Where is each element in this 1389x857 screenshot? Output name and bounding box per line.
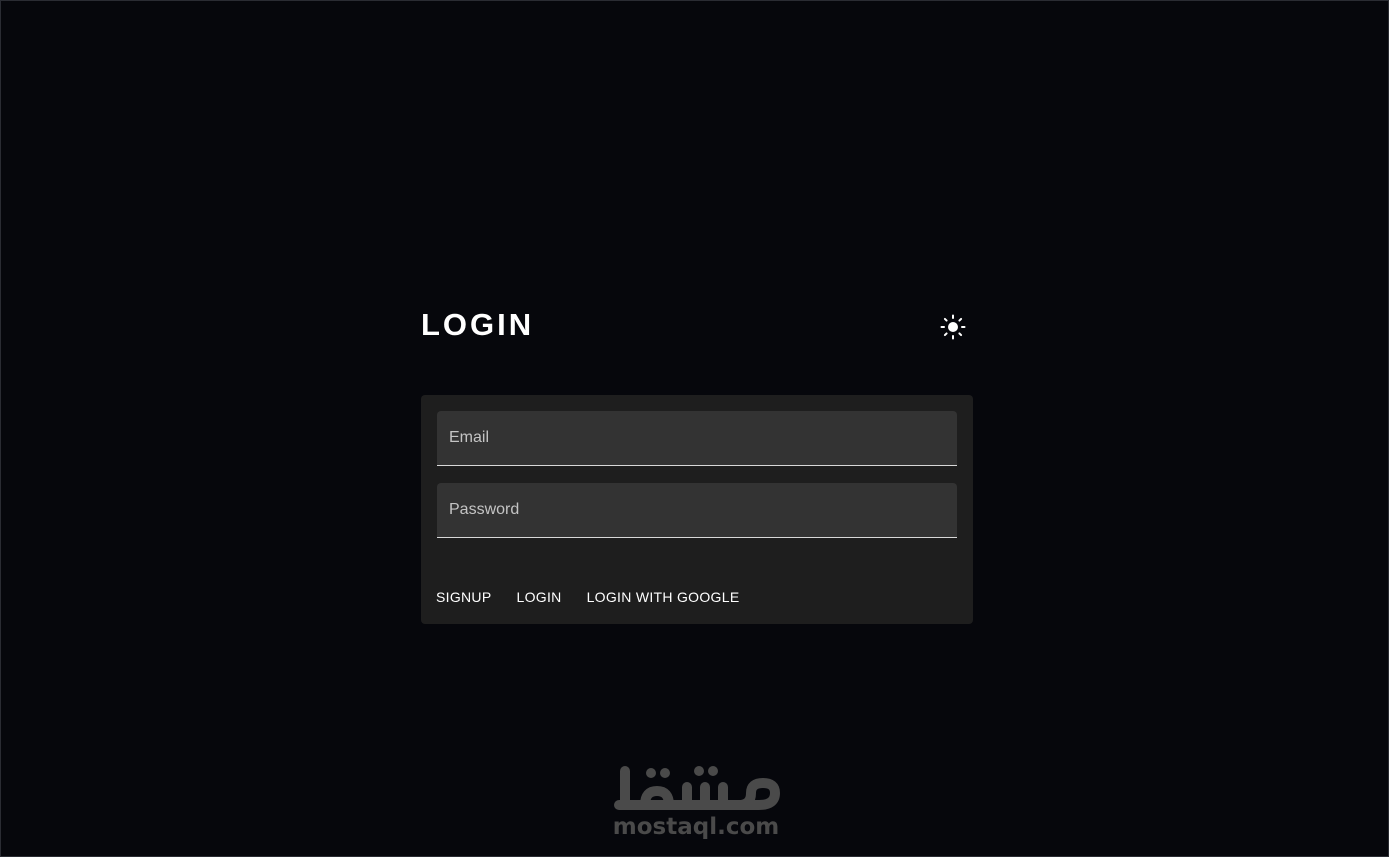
theme-toggle-button[interactable] — [937, 311, 969, 343]
form-actions: SIGNUP LOGIN LOGIN WITH GOOGLE — [428, 584, 756, 610]
sun-icon — [940, 314, 966, 340]
login-header: LOGIN — [421, 301, 973, 351]
password-input[interactable] — [437, 483, 957, 537]
login-button[interactable]: LOGIN — [508, 584, 569, 610]
login-card: SIGNUP LOGIN LOGIN WITH GOOGLE — [421, 395, 973, 624]
password-field-container — [437, 483, 957, 538]
signup-button[interactable]: SIGNUP — [428, 584, 499, 610]
page-title: LOGIN — [421, 307, 535, 342]
mostaql-logo-icon — [614, 766, 780, 810]
login-with-google-button[interactable]: LOGIN WITH GOOGLE — [579, 584, 748, 610]
email-input[interactable] — [437, 411, 957, 465]
mostaql-watermark: mostaql.com — [609, 759, 783, 843]
email-field-container — [437, 411, 957, 466]
watermark-text: mostaql.com — [612, 814, 780, 840]
